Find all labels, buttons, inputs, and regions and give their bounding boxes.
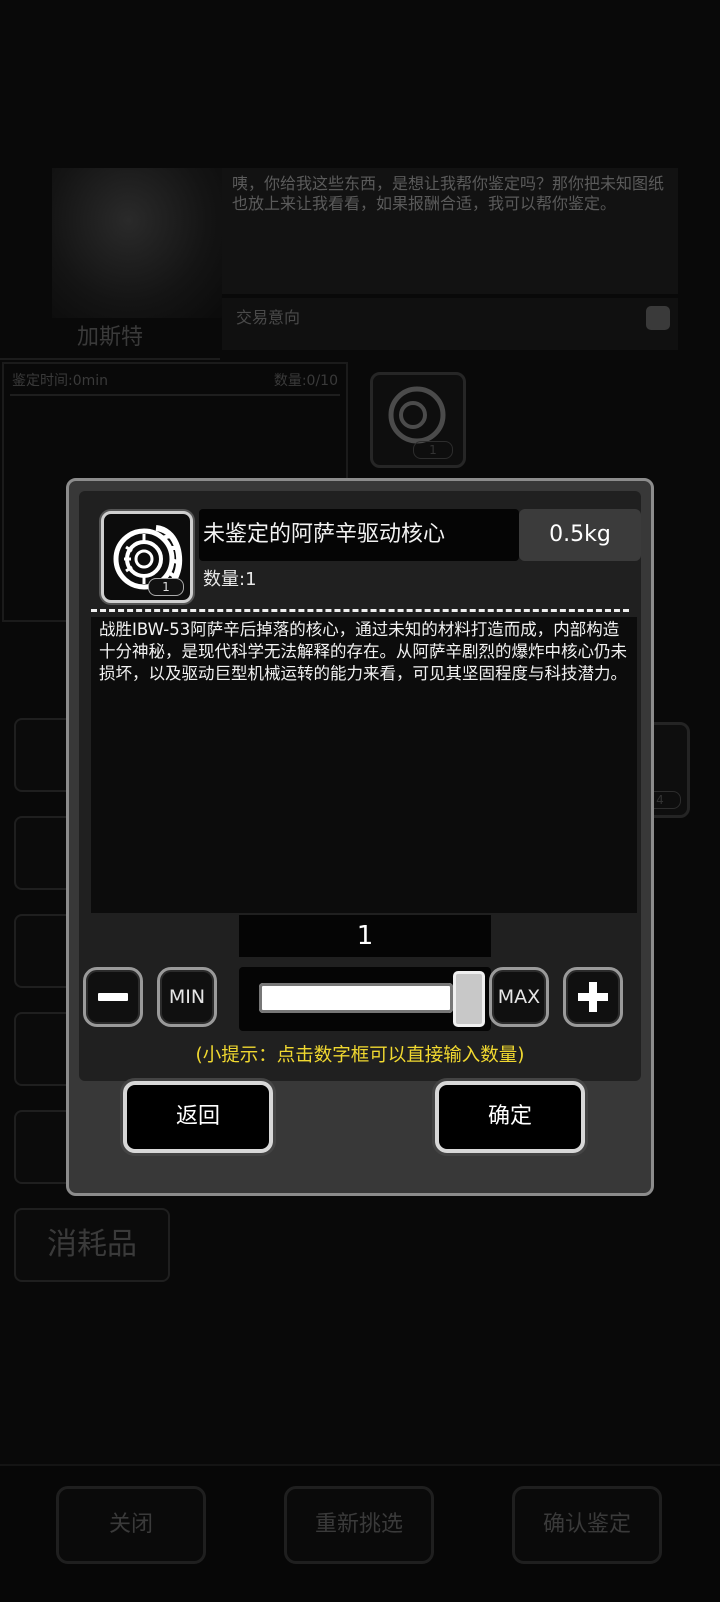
decrease-button[interactable]	[83, 967, 143, 1027]
item-quantity: 数量:1	[203, 569, 257, 590]
increase-button[interactable]	[563, 967, 623, 1027]
quantity-input[interactable]: 1	[239, 915, 491, 957]
trade-intent-bar: 交易意向	[222, 298, 678, 350]
npc-portrait	[52, 168, 222, 318]
confirm-button[interactable]: 确定	[435, 1081, 585, 1153]
slot-count: 1	[413, 441, 453, 459]
description-panel: 战胜IBW-53阿萨辛后掉落的核心，通过未知的材料打造而成，内部构造十分神秘，是…	[91, 617, 637, 913]
min-button[interactable]: MIN	[157, 967, 217, 1027]
appraise-count: 数量:0/10	[273, 373, 338, 389]
quantity-slider[interactable]	[239, 967, 491, 1031]
item-name: 未鉴定的阿萨辛驱动核心	[203, 522, 446, 547]
trade-intent-label: 交易意向	[236, 308, 301, 327]
reselect-button: 重新挑选	[284, 1486, 434, 1564]
category-consumables: 消耗品	[14, 1208, 170, 1282]
max-button[interactable]: MAX	[489, 967, 549, 1027]
back-button[interactable]: 返回	[123, 1081, 273, 1153]
item-weight: 0.5kg	[519, 509, 641, 561]
dashed-divider	[91, 609, 629, 612]
npc-speech: 咦，你给我这些东西，是想让我帮你鉴定吗？那你把未知图纸也放上来让我看看，如果报酬…	[222, 168, 678, 294]
divider	[10, 394, 340, 396]
confirm-appraise-button: 确认鉴定	[512, 1486, 662, 1564]
inventory-slot: 1	[370, 372, 466, 468]
input-tip: (小提示：点击数字框可以直接输入数量)	[195, 1045, 525, 1066]
item-icon-frame: 1	[101, 511, 193, 603]
minus-icon	[98, 993, 128, 1001]
emote-icon	[646, 306, 670, 330]
quantity-dialog: 1 未鉴定的阿萨辛驱动核心 0.5kg 数量:1 战胜IBW-53阿萨辛后掉落的…	[66, 478, 654, 1196]
appraise-time: 鉴定时间:0min	[12, 373, 109, 389]
item-description: 战胜IBW-53阿萨辛后掉落的核心，通过未知的材料打造而成，内部构造十分神秘，是…	[99, 620, 627, 683]
slider-track[interactable]	[259, 983, 453, 1013]
slider-thumb[interactable]	[453, 971, 485, 1027]
item-count-badge: 1	[148, 578, 184, 596]
dialog-content: 1 未鉴定的阿萨辛驱动核心 0.5kg 数量:1 战胜IBW-53阿萨辛后掉落的…	[79, 491, 641, 1081]
close-button: 关闭	[56, 1486, 206, 1564]
npc-name: 加斯特	[0, 318, 220, 360]
